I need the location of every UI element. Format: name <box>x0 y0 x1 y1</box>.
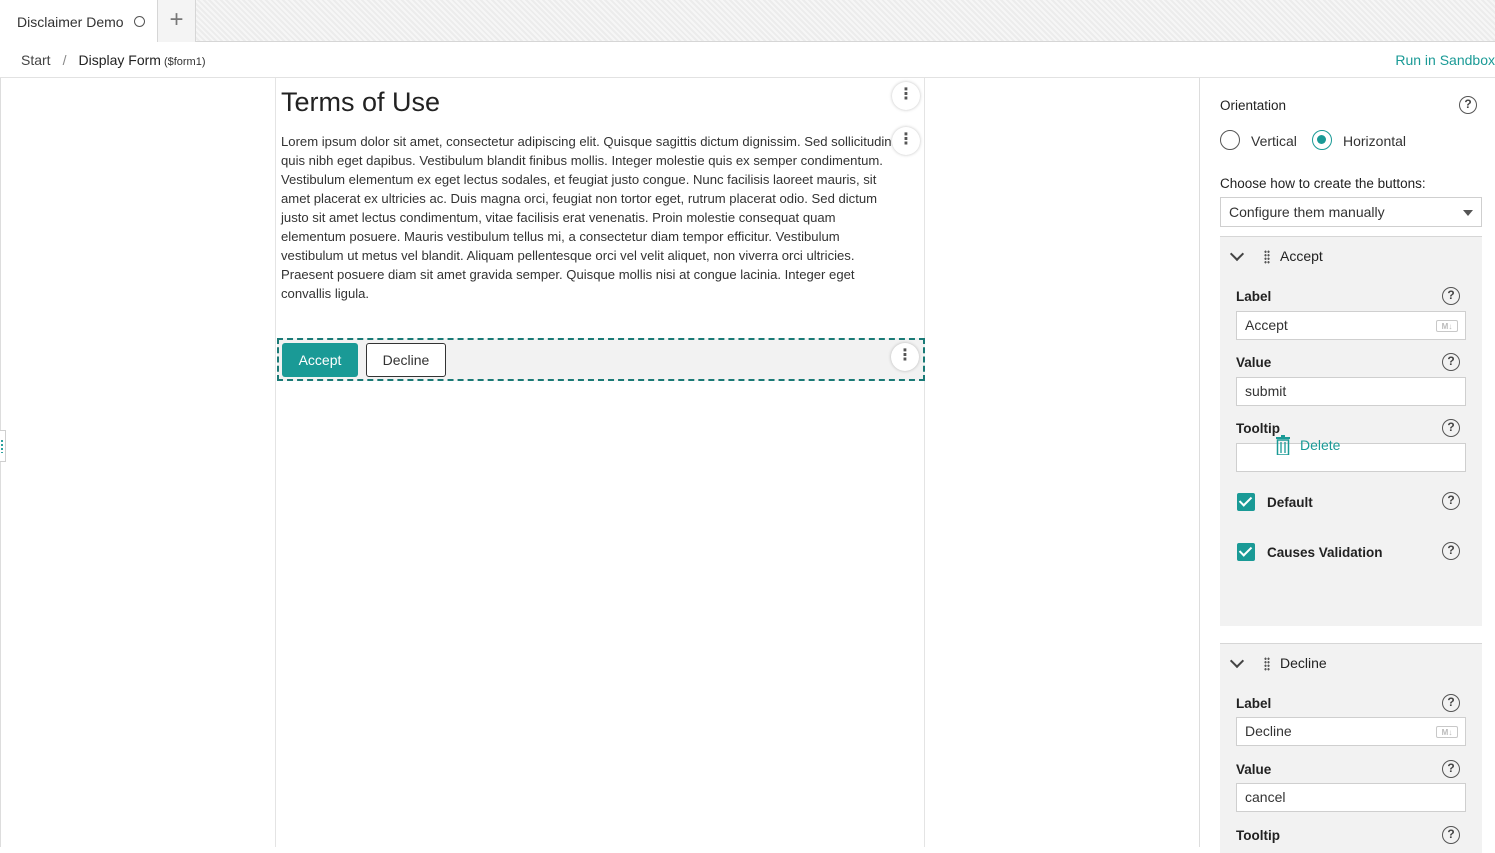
form-canvas: Terms of Use ⋮ Lorem ipsum dolor sit ame… <box>275 78 925 847</box>
collapse-chevron-icon[interactable] <box>1229 653 1245 669</box>
add-tab-button[interactable]: + <box>158 0 196 42</box>
value-field-label: Value <box>1236 355 1272 370</box>
unsaved-dot-icon[interactable] <box>134 16 145 27</box>
breadcrumb-start-link[interactable]: Start <box>21 52 51 68</box>
value-help-icon[interactable]: ? <box>1442 353 1460 371</box>
decline-button-config: Decline Label ? Decline M↓ Value ? cance… <box>1220 643 1482 853</box>
accept-tooltip-input[interactable] <box>1236 443 1466 472</box>
form-title[interactable]: Terms of Use <box>281 87 440 118</box>
default-checkbox-label[interactable]: Default <box>1267 495 1313 510</box>
horizontal-radio-label[interactable]: Horizontal <box>1343 133 1406 149</box>
label-field-label: Label <box>1236 696 1272 711</box>
accept-label-value: Accept <box>1245 317 1288 333</box>
drag-handle-icon[interactable] <box>1264 250 1270 264</box>
drag-handle-icon[interactable] <box>1264 657 1270 671</box>
create-buttons-value: Configure them manually <box>1229 204 1385 220</box>
accept-button[interactable]: Accept <box>282 343 358 377</box>
vertical-radio[interactable] <box>1220 130 1240 150</box>
left-panel-handle[interactable] <box>0 430 6 462</box>
delete-button[interactable]: Delete <box>1276 435 1341 455</box>
accept-button-config: Accept Label ? Accept M↓ Value ? submit … <box>1220 236 1482 626</box>
label-help-icon[interactable]: ? <box>1442 694 1460 712</box>
properties-panel: Orientation ? Vertical Horizontal Choose… <box>1200 78 1495 853</box>
markdown-icon[interactable]: M↓ <box>1436 726 1458 738</box>
accept-value-value: submit <box>1245 383 1287 399</box>
body-more-icon[interactable]: ⋮ <box>892 127 920 155</box>
accept-label-input[interactable]: Accept M↓ <box>1236 311 1466 340</box>
run-in-sandbox-link[interactable]: Run in Sandbox <box>1395 52 1495 68</box>
default-help-icon[interactable]: ? <box>1442 492 1460 510</box>
markdown-icon[interactable]: M↓ <box>1436 320 1458 332</box>
decline-button[interactable]: Decline <box>366 343 446 377</box>
causes-validation-help-icon[interactable]: ? <box>1442 542 1460 560</box>
tooltip-field-label: Tooltip <box>1236 828 1280 843</box>
decline-value-value: cancel <box>1245 789 1286 805</box>
buttons-more-icon[interactable]: ⋮ <box>891 343 919 371</box>
label-help-icon[interactable]: ? <box>1442 287 1460 305</box>
chevron-down-icon <box>1463 210 1473 216</box>
tooltip-field-label: Tooltip <box>1236 421 1280 436</box>
vertical-radio-label[interactable]: Vertical <box>1251 133 1297 149</box>
decline-value-input[interactable]: cancel <box>1236 783 1466 812</box>
tab-label: Disclaimer Demo <box>17 14 124 30</box>
causes-validation-label[interactable]: Causes Validation <box>1267 545 1383 560</box>
label-field-label: Label <box>1236 289 1272 304</box>
causes-validation-checkbox[interactable] <box>1237 543 1255 561</box>
accept-card-title: Accept <box>1280 248 1323 264</box>
decline-card-title: Decline <box>1280 655 1327 671</box>
tab-disclaimer-demo[interactable]: Disclaimer Demo <box>0 0 158 42</box>
trash-icon <box>1276 435 1290 455</box>
collapse-chevron-icon[interactable] <box>1229 246 1245 262</box>
delete-label: Delete <box>1300 437 1341 453</box>
decline-label-input[interactable]: Decline M↓ <box>1236 717 1466 746</box>
orientation-help-icon[interactable]: ? <box>1459 96 1477 114</box>
left-edge <box>0 78 1 847</box>
breadcrumb: Start / Display Form ($form1) <box>21 52 206 68</box>
value-help-icon[interactable]: ? <box>1442 760 1460 778</box>
horizontal-radio[interactable] <box>1312 130 1332 150</box>
default-checkbox[interactable] <box>1237 493 1255 511</box>
breadcrumb-separator: / <box>62 52 67 68</box>
orientation-label: Orientation <box>1220 98 1287 113</box>
button-row-selected[interactable]: Accept Decline ⋮ <box>277 338 925 381</box>
tooltip-help-icon[interactable]: ? <box>1442 419 1460 437</box>
form-body-text[interactable]: Lorem ipsum dolor sit amet, consectetur … <box>281 132 898 303</box>
breadcrumb-current: Display Form <box>78 52 161 68</box>
tab-bar: Disclaimer Demo + <box>0 0 1495 42</box>
breadcrumb-form-id: ($form1) <box>163 56 206 68</box>
create-buttons-label: Choose how to create the buttons: <box>1220 176 1426 191</box>
accept-value-input[interactable]: submit <box>1236 377 1466 406</box>
title-more-icon[interactable]: ⋮ <box>892 82 920 110</box>
tooltip-help-icon[interactable]: ? <box>1442 826 1460 844</box>
decline-label-value: Decline <box>1245 723 1292 739</box>
create-buttons-select[interactable]: Configure them manually <box>1220 197 1482 227</box>
value-field-label: Value <box>1236 762 1272 777</box>
